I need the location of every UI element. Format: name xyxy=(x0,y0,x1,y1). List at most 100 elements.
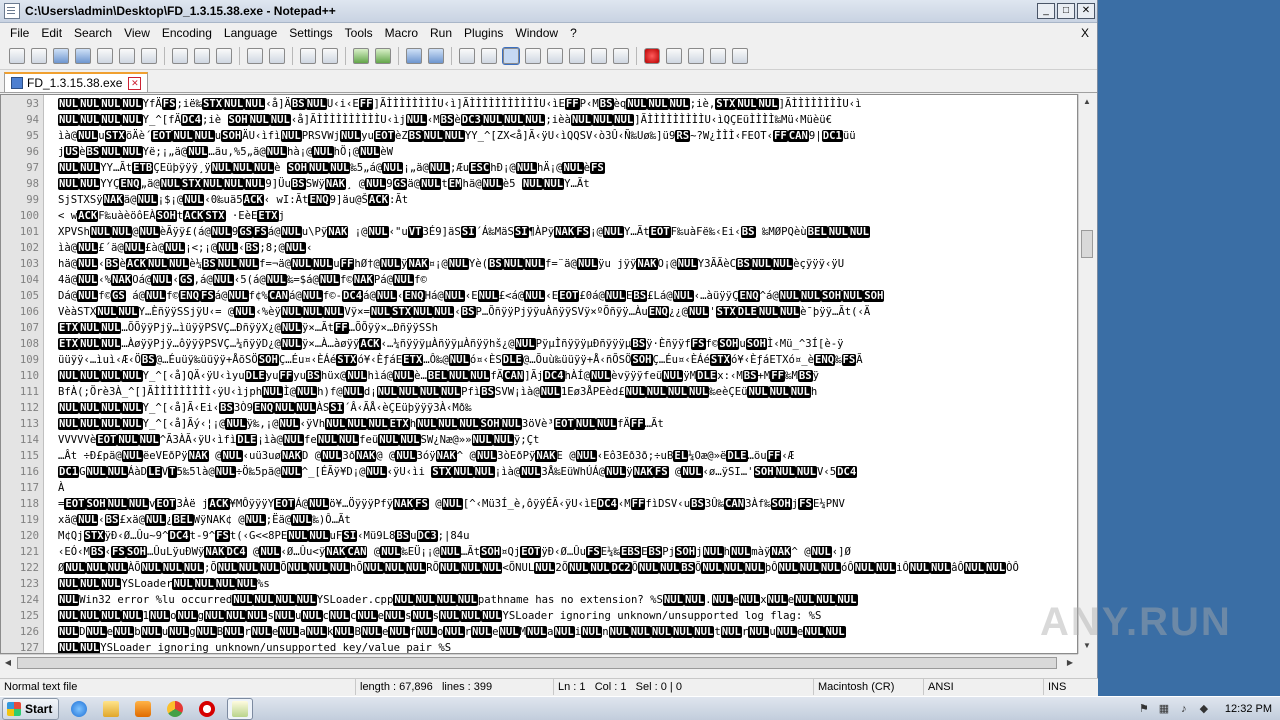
network-icon[interactable]: ▦ xyxy=(1157,702,1171,716)
code-line[interactable]: 127 NUL NULYSLoader ignoring unknown/unsup… xyxy=(1,640,1077,653)
code-line[interactable]: 116 DC1GNUL NULÁàDLEVT5‰5là@NUL÷Ö‰5pä@NUL^… xyxy=(1,464,1077,480)
ie-icon[interactable] xyxy=(67,699,91,719)
chrome-icon[interactable] xyxy=(163,699,187,719)
code-line[interactable]: 112 NUL NUL NUL NULY_^[‹å]Ã‹Ei‹BS3Ò9ENQ NUL NU… xyxy=(1,400,1077,416)
code-line[interactable]: 119 xä@NUL‹BS£xä@NUL¿BELWÿNAK¢ @NUL;Ëä@NU… xyxy=(1,512,1077,528)
redo-icon[interactable] xyxy=(269,48,285,64)
open-file-icon[interactable] xyxy=(31,48,47,64)
start-button[interactable]: Start xyxy=(2,697,60,720)
opera-icon[interactable] xyxy=(195,699,219,719)
code-line[interactable]: 118 =EOT SOH NUL NULvEOT3Àë jACK¥MÔÿÿÿYEOTÁ@… xyxy=(1,496,1077,512)
menu-tools[interactable]: Tools xyxy=(339,26,379,40)
code-line[interactable]: 124 NULWin32 error %lu occurredNUL NUL NUL N… xyxy=(1,592,1077,608)
notepadpp-task-icon[interactable] xyxy=(227,697,254,720)
code-line[interactable]: 109 üüÿÿ‹…ìuì‹Æ‹ÖBS@…Éuüÿ‰üüÿÿ+ÅõSÖSOHÇ…É… xyxy=(1,352,1077,368)
function-list-icon[interactable] xyxy=(569,48,585,64)
menu-encoding[interactable]: Encoding xyxy=(156,26,218,40)
folder-workspace-icon[interactable] xyxy=(591,48,607,64)
zoom-in-icon[interactable] xyxy=(353,48,369,64)
indent-guide-icon[interactable] xyxy=(502,47,520,65)
explorer-icon[interactable] xyxy=(99,699,123,719)
menu-help[interactable]: ? xyxy=(564,26,583,40)
code-line[interactable]: 110 NUL NUL NUL NULY_^[‹å]QÄ‹ÿU‹ìyuDLEyuFFyu… xyxy=(1,368,1077,384)
code-line[interactable]: 97 NUL NULYY…ÃtETBÇEüþÿÿÿ¸ÿNUL NUL NULè SOH N… xyxy=(1,160,1077,176)
new-file-icon[interactable] xyxy=(9,48,25,64)
sync-horizontal-icon[interactable] xyxy=(428,48,444,64)
code-line[interactable]: 95 ìà@NULuSTXöÄè´EOT NUL NULuSOHÄU‹ìfìNULPR… xyxy=(1,128,1077,144)
code-line[interactable]: 111 BfÀ(;Örè3À_^[]ÃÌÌÌÌÌÌÌÌÌ‹ÿU‹ìjphNULÌ@… xyxy=(1,384,1077,400)
text-editor[interactable]: 93 NUL NUL NUL NULYfÄFS;ië‰STX NUL NUL‹å]ÄBS NU… xyxy=(0,94,1078,654)
code-line[interactable]: 99 SjSTXSÿNAKä@NUL¡$¡@NUL‹0‰uä5ACK‹ wI:Ãt… xyxy=(1,192,1077,208)
code-line[interactable]: 105 Dá@NULf©GS á@NULf©ENQ FSá@NULf¢%CANá@N… xyxy=(1,288,1077,304)
vertical-scroll-thumb[interactable] xyxy=(1081,230,1093,258)
close-button[interactable]: ✕ xyxy=(1077,3,1095,19)
menu-plugins[interactable]: Plugins xyxy=(458,26,509,40)
code-line[interactable]: 122 ØNUL NUL NULÀÕNUL NUL NUL;ÕNUL NUL NULÕNUL N… xyxy=(1,560,1077,576)
word-wrap-icon[interactable] xyxy=(459,48,475,64)
code-line[interactable]: 96 jUSèBS NUL NULYë;¡„ä@NUL…äu,%5„ä@NULhà¡@… xyxy=(1,144,1077,160)
menu-file[interactable]: File xyxy=(4,26,35,40)
maximize-button[interactable]: □ xyxy=(1057,3,1075,19)
code-line[interactable]: 108 ETX NUL NUL…ÀøÿÿPjÿ…ôÿÿÿPSVÇ…¼ñÿÿD¿@NUL… xyxy=(1,336,1077,352)
close-document-button[interactable]: X xyxy=(1081,26,1089,40)
scroll-right-icon[interactable]: ▶ xyxy=(1062,655,1078,671)
code-line[interactable]: 104 4ä@NUL‹%NAKOá@NUL‹GS,á@NUL‹5(á@NUL‰=$… xyxy=(1,272,1077,288)
code-line[interactable]: 113 NUL NUL NUL NULY_^[‹å]Ãý‹¦¡@NULÿ‰,¡@NUL‹… xyxy=(1,416,1077,432)
code-line[interactable]: 125 NUL NUL NUL NUL1NULoNULgNUL NUL NULsNULuNU… xyxy=(1,608,1077,624)
code-line[interactable]: 101 XPVShNUL NUL@NULèÃÿÿ£(á@NUL9GS FSá@NULu… xyxy=(1,224,1077,240)
code-line[interactable]: 123 NUL NUL NULYSLoaderNUL NUL NUL NUL%s xyxy=(1,576,1077,592)
find-icon[interactable] xyxy=(300,48,316,64)
save-icon[interactable] xyxy=(53,48,69,64)
tab-fd-exe[interactable]: FD_1.3.15.38.exe ✕ xyxy=(4,72,149,92)
code-line[interactable]: 121 ‹EÓ‹MBS‹FS SOH…ÛuLÿuÐWÿNAK DC4 @NUL‹Ø…Û… xyxy=(1,544,1077,560)
tab-close-icon[interactable]: ✕ xyxy=(128,76,142,90)
stop-macro-icon[interactable] xyxy=(666,48,682,64)
replace-icon[interactable] xyxy=(322,48,338,64)
user-language-icon[interactable] xyxy=(525,48,541,64)
clock[interactable]: 12:32 PM xyxy=(1225,703,1272,715)
code-line[interactable]: 94 NUL NUL NUL NULY_^[fÄDC4;iè SOH NUL NUL‹å]Ã… xyxy=(1,112,1077,128)
code-line[interactable]: 120 M¢QjSTXÿÐ‹Ø…Ûu~9^DC4t-9^FSt(‹G<<8PENU… xyxy=(1,528,1077,544)
menu-settings[interactable]: Settings xyxy=(283,26,338,40)
action-center-icon[interactable]: ⚑ xyxy=(1137,702,1151,716)
code-line[interactable]: 115 …Ât ÷Ð£pä@NULëeVEðPÿNAK @NUL‹uü3uøNAK… xyxy=(1,448,1077,464)
menu-run[interactable]: Run xyxy=(424,26,458,40)
minimize-button[interactable]: _ xyxy=(1037,3,1055,19)
menu-search[interactable]: Search xyxy=(68,26,118,40)
monitoring-icon[interactable] xyxy=(613,48,629,64)
code-line[interactable]: 100 < wACKF‰uàèöôEÀSOHtACK STX ·EèEETXj xyxy=(1,208,1077,224)
scroll-left-icon[interactable]: ◀ xyxy=(0,655,16,671)
print-icon[interactable] xyxy=(141,48,157,64)
copy-icon[interactable] xyxy=(194,48,210,64)
code-line[interactable]: 107 ETX NUL NUL…ÕÕÿÿPjÿ…ìüÿÿPSVÇ…ÐñÿÿX¿@NUL… xyxy=(1,320,1077,336)
menu-window[interactable]: Window xyxy=(509,26,564,40)
close-file-icon[interactable] xyxy=(97,48,113,64)
undo-icon[interactable] xyxy=(247,48,263,64)
horizontal-scroll-thumb[interactable] xyxy=(17,657,1057,669)
close-all-icon[interactable] xyxy=(119,48,135,64)
code-line[interactable]: 106 VèàSTXNUL NULY…ÈñÿÿSSjÿU‹= @NUL‹%èÿNUL… xyxy=(1,304,1077,320)
code-line[interactable]: 117 À xyxy=(1,480,1077,496)
code-line[interactable]: 114 VVVVVèEOT NUL NUL^Ã3ÀÃ‹ÿU‹ìfìDLE¡ìà@NUL… xyxy=(1,432,1077,448)
code-line[interactable]: 103 hä@NUL‹BSèACK NUL NULè¼BS NUL NULf=¬ä@NUL… xyxy=(1,256,1077,272)
save-macro-icon[interactable] xyxy=(732,48,748,64)
play-multiple-macro-icon[interactable] xyxy=(710,48,726,64)
menu-view[interactable]: View xyxy=(118,26,156,40)
play-macro-icon[interactable] xyxy=(688,48,704,64)
code-line[interactable]: 93 NUL NUL NUL NULYfÄFS;ië‰STX NUL NUL‹å]ÄBS NU… xyxy=(1,96,1077,112)
title-bar[interactable]: C:\Users\admin\Desktop\FD_1.3.15.38.exe … xyxy=(0,0,1097,23)
code-line[interactable]: 98 NUL NULYYÇENQ„ä@NUL STX NUL NUL NUL9]ÜuBSSW… xyxy=(1,176,1077,192)
code-line[interactable]: 126 NULDNULeNULbNULuNULgNULBNULrNULeNULaN… xyxy=(1,624,1077,640)
menu-language[interactable]: Language xyxy=(218,26,283,40)
code-line[interactable]: 102 ìà@NUL£´ä@NUL£à@NUL¡<;¡@NUL‹BS;8;@NUL… xyxy=(1,240,1077,256)
doc-map-icon[interactable] xyxy=(547,48,563,64)
scroll-up-icon[interactable]: ▲ xyxy=(1079,94,1095,110)
paste-icon[interactable] xyxy=(216,48,232,64)
vertical-scrollbar[interactable]: ▲ ▼ xyxy=(1078,94,1095,654)
record-macro-icon[interactable] xyxy=(644,48,660,64)
menu-macro[interactable]: Macro xyxy=(379,26,424,40)
zoom-out-icon[interactable] xyxy=(375,48,391,64)
horizontal-scrollbar[interactable]: ◀ ▶ xyxy=(0,654,1078,671)
volume-icon[interactable]: ♪ xyxy=(1177,702,1191,716)
menu-edit[interactable]: Edit xyxy=(35,26,68,40)
